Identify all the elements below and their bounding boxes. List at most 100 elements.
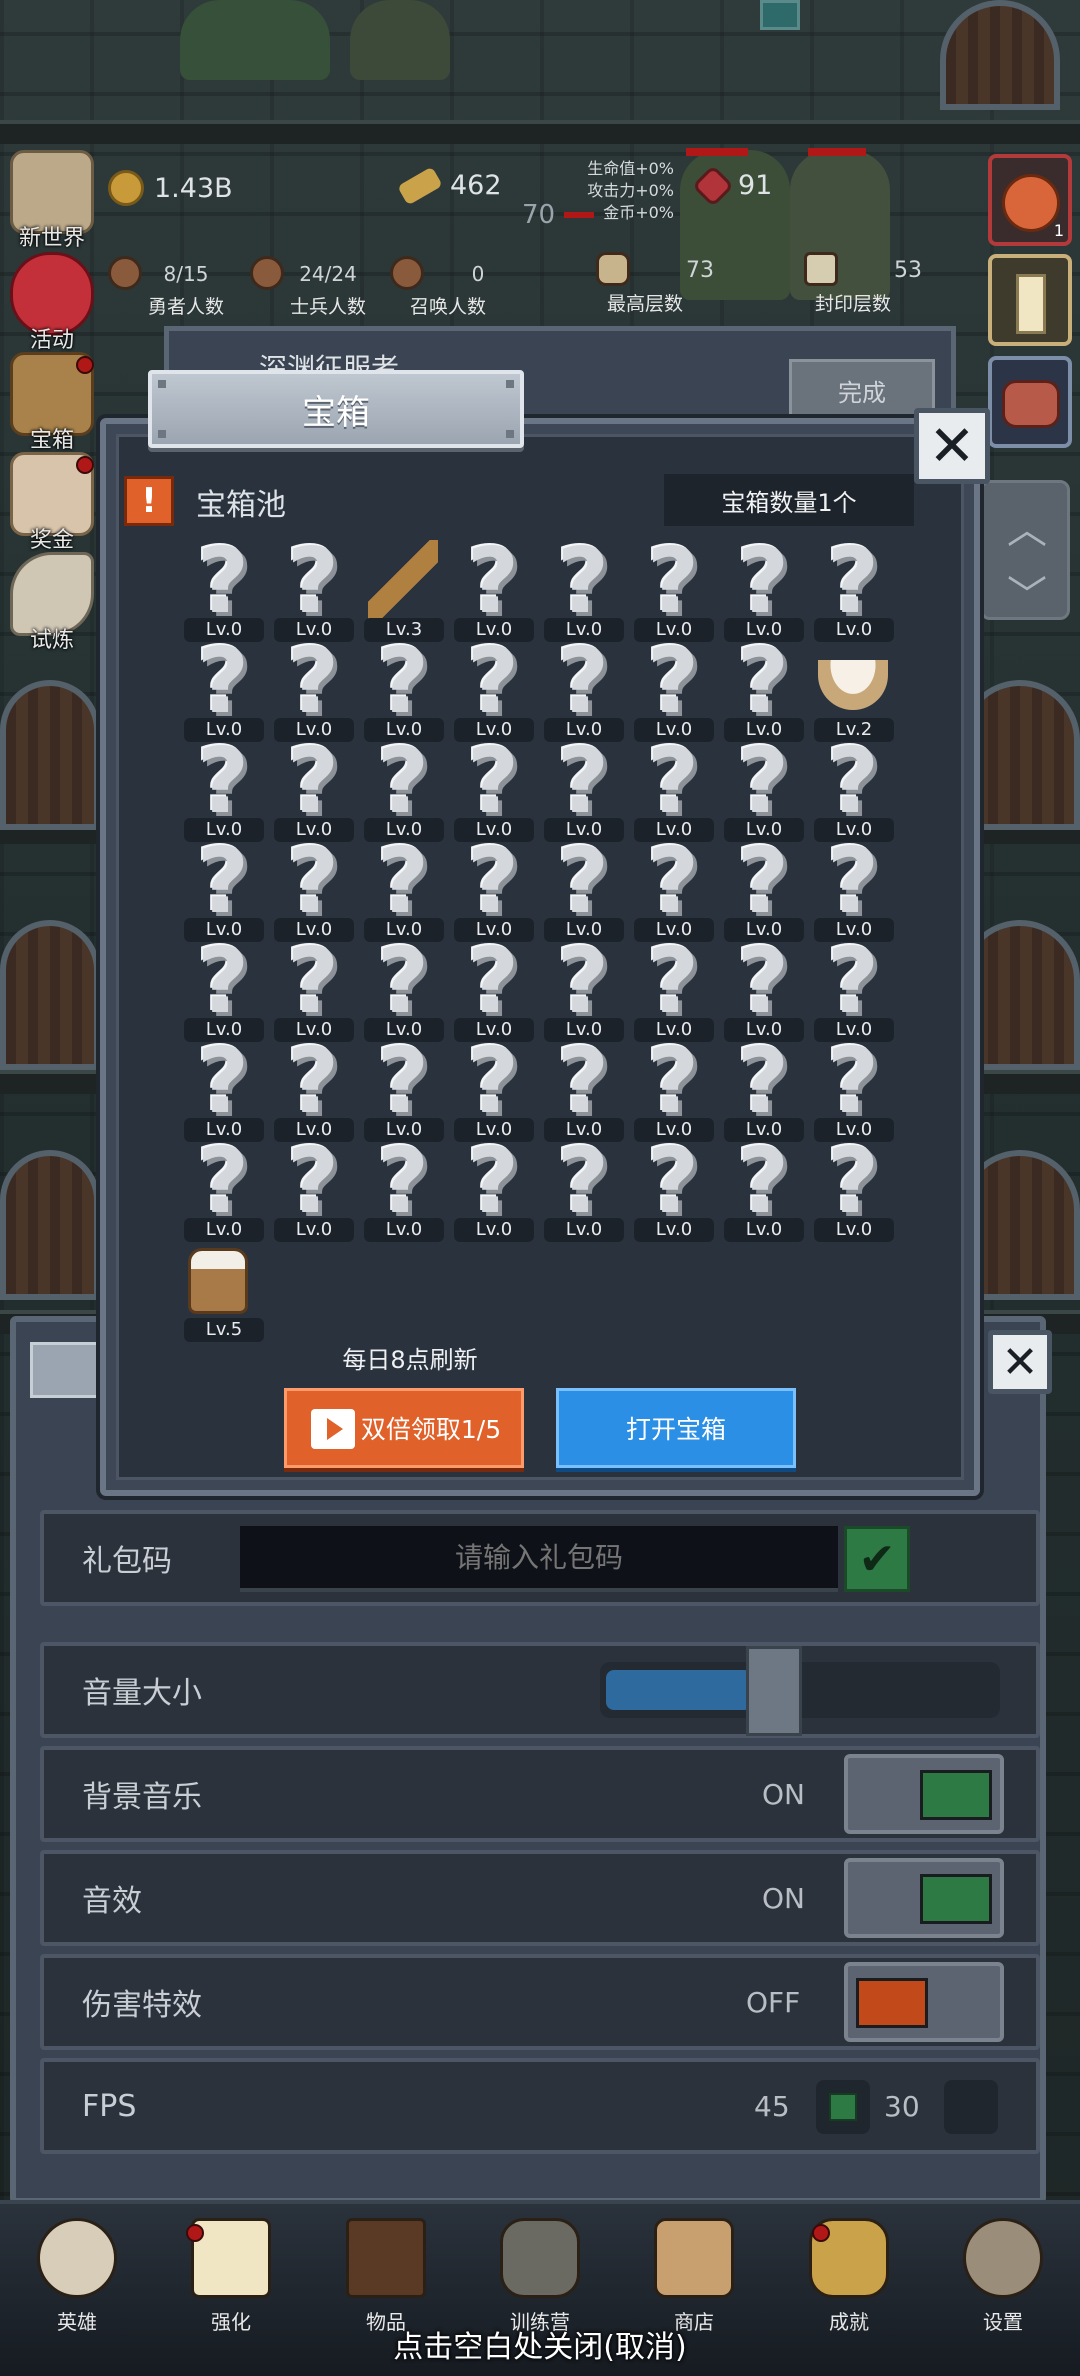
chest-item-slot[interactable]: ? Lv.0 [270,937,360,1042]
chest-item-slot[interactable]: ? Lv.0 [180,1137,270,1242]
chest-item-slot[interactable]: ? Lv.0 [180,637,270,742]
chest-item-slot[interactable]: ? Lv.0 [180,529,270,642]
chest-item-slot[interactable]: ? Lv.0 [180,1037,270,1142]
rivet [158,380,166,388]
chest-item-slot[interactable]: ? Lv.0 [360,729,450,842]
unknown-item-icon: ? [376,729,430,834]
unknown-item-icon: ? [556,929,610,1034]
chest-item-slot[interactable]: ? Lv.0 [540,1037,630,1142]
chest-item-slot[interactable]: ? Lv.0 [720,637,810,742]
chest-item-slot[interactable]: ? Lv.0 [360,937,450,1042]
open-chest-button[interactable]: 打开宝箱 [556,1388,796,1468]
nav-item-2[interactable]: 物品 [336,2218,436,2338]
chest-item-slot[interactable]: ? Lv.0 [630,637,720,742]
chest-item-slot[interactable]: ? Lv.0 [450,837,540,942]
chest-item-slot[interactable]: ? Lv.0 [450,1029,540,1142]
alert-icon[interactable]: ! [124,476,174,526]
confirm-check-button[interactable]: ✔ [844,1526,910,1592]
chest-item-slot[interactable]: ? Lv.0 [450,737,540,842]
damage-fx-row: 伤害特效 OFF [40,1954,1040,2050]
menu-trial[interactable]: 试炼 [4,552,100,653]
unknown-item-icon: ? [646,1129,700,1234]
fps-45-radio[interactable] [816,2080,870,2134]
nav-item-3[interactable]: 训练营 [490,2218,590,2338]
meat-item[interactable] [988,356,1072,448]
chest-item-slot[interactable]: ? Lv.0 [810,937,900,1042]
chest-item-slot[interactable]: ? Lv.0 [360,1037,450,1142]
chest-item-slot[interactable]: ? Lv.0 [270,1037,360,1142]
chest-item-slot[interactable]: ? Lv.0 [720,837,810,942]
unknown-item-icon: ? [556,729,610,834]
menu-bonus[interactable]: 奖金 [4,452,100,553]
chest-item-slot[interactable]: ? Lv.0 [810,737,900,842]
alert-icon-glyph: ! [141,481,157,521]
chest-item-slot[interactable]: ? Lv.0 [540,637,630,742]
chest-modal-close-button[interactable]: ✕ [914,408,990,484]
chest-item-slot[interactable]: ? Lv.0 [180,737,270,842]
chest-item-slot[interactable]: ? Lv.0 [450,537,540,642]
chest-item-slot[interactable]: ? Lv.0 [540,729,630,842]
chest-item-slot[interactable]: ? Lv.0 [270,837,360,942]
close-hint[interactable]: 点击空白处关闭(取消) [0,2322,1080,2366]
gift-code-input[interactable] [240,1526,838,1592]
arrow-down-icon[interactable]: ﹀ [1007,563,1047,621]
menu-events[interactable]: 活动 [4,252,100,353]
nav-item-4[interactable]: 商店 [644,2218,744,2338]
chest-item-slot[interactable]: ? Lv.0 [720,937,810,1042]
menu-new-world[interactable]: 新世界 [4,150,100,251]
chest-item-slot[interactable]: Lv.5 [180,1240,270,1342]
nav-item-6[interactable]: 设置 [953,2218,1053,2338]
arrow-up-icon[interactable]: ︿ [1007,497,1047,555]
chest-item-slot[interactable]: ? Lv.0 [540,537,630,642]
chest-item-slot[interactable]: ? Lv.0 [270,537,360,642]
sfx-toggle[interactable] [844,1858,1004,1938]
chest-item-slot[interactable]: ? Lv.0 [720,1137,810,1242]
potion-item[interactable]: 1 [988,154,1072,246]
fps-30-radio[interactable] [944,2080,998,2134]
chest-item-slot[interactable]: ? Lv.0 [540,1137,630,1242]
damage-fx-toggle[interactable] [844,1962,1004,2042]
chest-item-slot[interactable]: ? Lv.0 [450,637,540,742]
unknown-item-icon: ? [196,529,250,634]
chest-item-slot[interactable]: ? Lv.0 [630,1037,720,1142]
item-level-label: Lv.0 [544,1218,624,1242]
chest-item-slot[interactable]: ? Lv.0 [810,1137,900,1242]
chest-item-slot[interactable]: ? Lv.0 [540,929,630,1042]
chest-item-slot[interactable]: ? Lv.0 [360,837,450,942]
double-claim-button[interactable]: 双倍领取1/5 [284,1388,524,1468]
scroll-control[interactable]: ︿ ﹀ [980,480,1070,620]
chest-item-slot[interactable]: ? Lv.0 [630,837,720,942]
chest-item-slot[interactable]: ? Lv.0 [180,837,270,942]
chest-item-slot[interactable]: ? Lv.0 [720,537,810,642]
chest-item-slot[interactable]: ? Lv.0 [630,1129,720,1242]
chest-item-slot[interactable]: ? Lv.0 [810,837,900,942]
unknown-item-icon: ? [826,529,880,634]
chest-item-slot[interactable]: ? Lv.0 [540,837,630,942]
chest-item-slot[interactable]: ? Lv.0 [450,937,540,1042]
unknown-item-icon: ? [466,1029,520,1134]
chest-item-slot[interactable]: ? Lv.0 [450,1137,540,1242]
chest-item-slot[interactable]: ? Lv.0 [180,937,270,1042]
candle-item[interactable] [988,254,1072,346]
menu-chest[interactable]: 宝箱 [4,352,100,453]
chest-item-slot[interactable]: ? Lv.0 [360,637,450,742]
chest-item-slot[interactable]: ? Lv.0 [630,537,720,642]
soldier-count-label: 士兵人数 [290,296,367,318]
chest-item-slot[interactable]: Lv.2 [810,640,900,742]
chest-item-slot[interactable]: ? Lv.0 [630,937,720,1042]
chest-item-slot[interactable]: Lv.3 [360,540,450,642]
chest-item-slot[interactable]: ? Lv.0 [270,637,360,742]
volume-handle[interactable] [746,1646,802,1736]
chest-item-slot[interactable]: ? Lv.0 [360,1137,450,1242]
settings-close-button[interactable]: ✕ [988,1330,1052,1394]
chest-item-slot[interactable]: ? Lv.0 [630,737,720,842]
chest-item-slot[interactable]: ? Lv.0 [270,737,360,842]
bgm-toggle[interactable] [844,1754,1004,1834]
chest-item-slot[interactable]: ? Lv.0 [810,1037,900,1142]
chest-item-slot[interactable]: ? Lv.0 [720,737,810,842]
nav-item-0[interactable]: 英雄 [27,2218,127,2338]
chest-item-slot[interactable]: ? Lv.0 [810,529,900,642]
chest-item-slot[interactable]: ? Lv.0 [720,1037,810,1142]
volume-slider[interactable] [600,1646,1000,1736]
chest-item-slot[interactable]: ? Lv.0 [270,1137,360,1242]
